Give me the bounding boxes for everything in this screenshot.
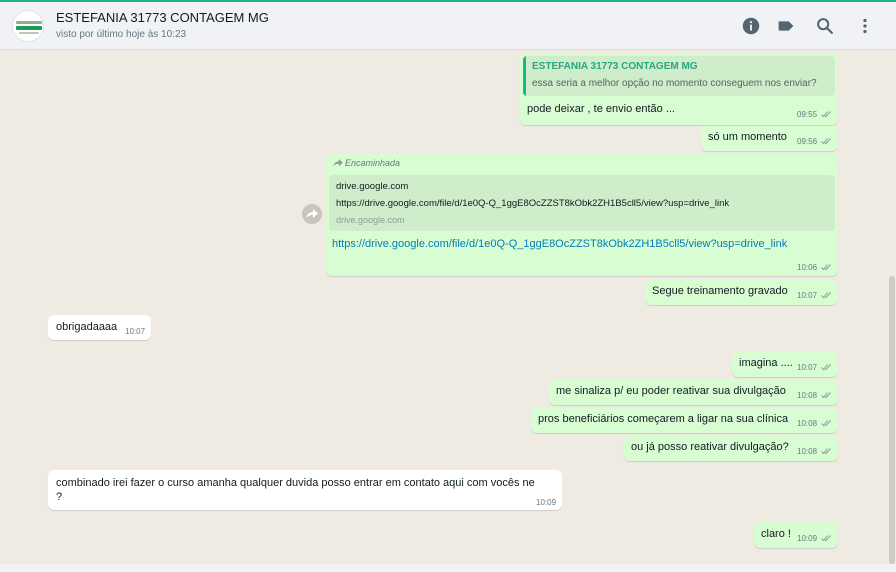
double-check-icon: [821, 110, 833, 118]
quoted-text: essa seria a melhor opção no momento con…: [532, 78, 817, 89]
link-preview-card[interactable]: drive.google.com https://drive.google.co…: [329, 175, 835, 231]
scrollbar-thumb[interactable]: [889, 276, 895, 564]
message-outgoing[interactable]: só um momento 09:56: [701, 126, 838, 151]
message-link[interactable]: https://drive.google.com/file/d/1e0Q-Q_1…: [332, 238, 787, 250]
message-incoming[interactable]: combinado irei fazer o curso amanha qual…: [48, 470, 562, 510]
forward-arrow-icon: [306, 209, 318, 219]
message-time: 10:08: [797, 419, 818, 428]
forward-button[interactable]: [302, 204, 322, 224]
message-time: 10:07: [125, 327, 146, 336]
double-check-icon: [821, 447, 833, 455]
double-check-icon: [821, 419, 833, 427]
message-time: 10:06: [797, 263, 818, 272]
message-text: só um momento: [708, 131, 787, 143]
link-preview-domain: drive.google.com: [336, 215, 405, 225]
message-time: 10:07: [797, 291, 818, 300]
message-time: 10:08: [797, 447, 818, 456]
message-text-line: combinado irei fazer o curso amanha qual…: [56, 477, 535, 489]
message-incoming[interactable]: obrigadaaaa 10:07: [48, 315, 151, 340]
menu-icon[interactable]: [854, 15, 876, 37]
message-outgoing[interactable]: Segue treinamento gravado 10:07: [645, 280, 838, 305]
message-text: Segue treinamento gravado: [652, 285, 788, 297]
message-text: claro !: [761, 528, 791, 540]
forwarded-label: Encaminhada: [333, 158, 400, 168]
contact-name[interactable]: ESTEFANIA 31773 CONTAGEM MG: [56, 10, 269, 25]
double-check-icon: [821, 137, 833, 145]
double-check-icon: [821, 291, 833, 299]
search-icon[interactable]: [814, 15, 836, 37]
message-outgoing[interactable]: imagina .... 10:07: [732, 352, 838, 377]
message-text: pode deixar , te envio então ...: [527, 103, 675, 115]
quoted-author: ESTEFANIA 31773 CONTAGEM MG: [532, 61, 698, 72]
double-check-icon: [821, 391, 833, 399]
message-outgoing[interactable]: pros beneficiários começarem a ligar na …: [531, 408, 838, 433]
message-time: 09:56: [797, 137, 818, 146]
message-time: 10:08: [797, 391, 818, 400]
message-outgoing-reply[interactable]: ESTEFANIA 31773 CONTAGEM MG essa seria a…: [520, 53, 838, 125]
quoted-message[interactable]: ESTEFANIA 31773 CONTAGEM MG essa seria a…: [523, 56, 835, 96]
message-text: imagina ....: [739, 357, 793, 369]
forwarded-icon: [333, 159, 343, 167]
composer-bar-edge: [0, 564, 896, 572]
message-text: obrigadaaaa: [56, 321, 118, 333]
message-forwarded-link[interactable]: Encaminhada drive.google.com https://dri…: [326, 154, 838, 276]
message-text: ou já posso reativar divulgação?: [631, 441, 789, 453]
message-outgoing[interactable]: claro ! 10:09: [754, 522, 838, 548]
link-preview-title: drive.google.com: [336, 181, 409, 192]
message-time: 10:09: [797, 534, 818, 543]
link-preview-description: https://drive.google.com/file/d/1e0Q-Q_1…: [336, 198, 730, 209]
label-icon[interactable]: [775, 15, 797, 37]
chat-scrollbar[interactable]: [889, 54, 895, 566]
contact-avatar[interactable]: [12, 10, 44, 42]
double-check-icon: [821, 534, 833, 542]
double-check-icon: [821, 363, 833, 371]
message-time: 10:07: [797, 363, 818, 372]
double-check-icon: [821, 263, 833, 271]
message-outgoing[interactable]: ou já posso reativar divulgação? 10:08: [624, 436, 838, 461]
message-text: me sinaliza p/ eu poder reativar sua div…: [556, 385, 786, 397]
message-text-line: ?: [56, 491, 63, 503]
message-time: 10:09: [536, 498, 557, 507]
message-outgoing[interactable]: me sinaliza p/ eu poder reativar sua div…: [549, 380, 838, 405]
info-icon[interactable]: [740, 15, 762, 37]
message-text: pros beneficiários começarem a ligar na …: [538, 413, 789, 425]
chat-header[interactable]: ESTEFANIA 31773 CONTAGEM MG visto por úl…: [0, 2, 896, 50]
message-time: 09:55: [797, 110, 818, 119]
last-seen-status: visto por último hoje às 10:23: [56, 29, 187, 40]
